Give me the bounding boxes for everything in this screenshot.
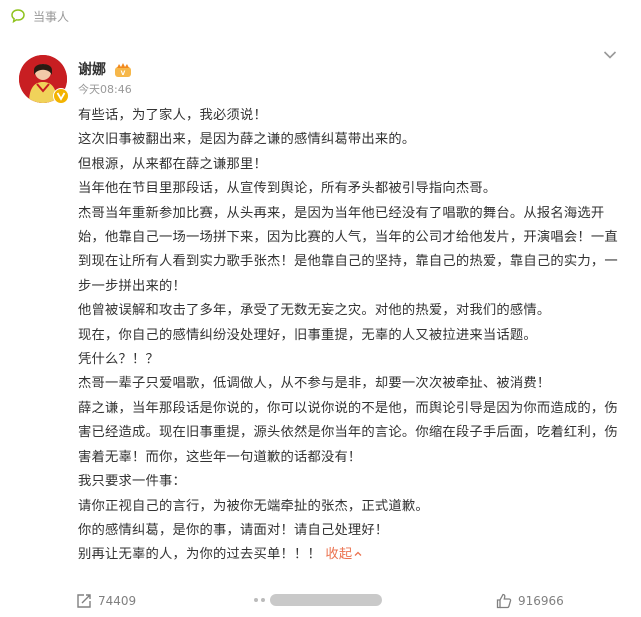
comment-count-placeholder <box>270 594 382 606</box>
post-paragraph: 杰哥一辈子只爱唱歌，低调做人，从不参与是非，却要一次次被牵扯、被消费！ <box>78 376 551 392</box>
topic-bar: 当事人 <box>0 0 641 34</box>
repost-count: 74409 <box>98 594 137 608</box>
topic-label[interactable]: 当事人 <box>33 9 69 25</box>
post-paragraph: 当年他在节目里那段话，从宣传到舆论，所有矛头都被引导指向杰哥。 <box>78 181 497 197</box>
comment-button[interactable] <box>254 594 382 606</box>
verified-badge-icon <box>53 88 69 104</box>
post-content: 有些话，为了家人，我必须说！ 这次旧事被翻出来，是因为薛之谦的感情纠葛带出来的。… <box>78 104 618 568</box>
post-paragraph: 别再让无辜的人，为你的过去买单！！！ <box>78 547 321 563</box>
post-time[interactable]: 今天08:46 <box>78 83 132 97</box>
dot-divider <box>254 598 258 602</box>
post-paragraph: 现在，你自己的感情纠纷没处理好，旧事重提，无辜的人又被拉进来当话题。 <box>78 327 537 343</box>
action-bar: 74409 916966 <box>0 586 641 616</box>
chat-bubble-icon <box>11 9 25 23</box>
post-paragraph: 杰哥当年重新参加比赛，从头再来，是因为当年他已经没有了唱歌的舞台。从报名海选开始… <box>78 205 618 294</box>
chevron-down-icon[interactable] <box>603 50 617 60</box>
chevron-up-icon <box>354 551 362 557</box>
dot-divider <box>261 598 265 602</box>
author-name[interactable]: 谢娜 <box>78 61 106 79</box>
post-paragraph: 请你正视自己的言行，为被你无端牵扯的张杰，正式道歉。 <box>78 498 429 514</box>
collapse-button[interactable]: 收起 <box>325 547 362 562</box>
post-paragraph: 他曾被误解和攻击了多年，承受了无数无妄之灾。对他的热爱，对我们的感情。 <box>78 303 551 319</box>
post-paragraph: 我只要求一件事： <box>78 474 186 490</box>
collapse-label: 收起 <box>325 547 353 563</box>
post-paragraph: 你的感情纠葛，是你的事，请面对！请自己处理好！ <box>78 522 389 538</box>
svg-text:V: V <box>121 70 126 77</box>
post-paragraph: 薛之谦，当年那段话是你说的，你可以说你说的不是他，而舆论引导是因为你而造成的，伤… <box>78 400 618 465</box>
repost-icon <box>77 594 91 608</box>
thumbs-up-icon <box>496 593 512 609</box>
repost-button[interactable]: 74409 <box>76 586 136 616</box>
post-last-line: 别再让无辜的人，为你的过去买单！！！ 收起 <box>78 543 618 567</box>
post-paragraph: 有些话，为了家人，我必须说！ <box>78 108 267 123</box>
post-paragraph: 凭什么？！？ <box>78 352 159 368</box>
post-paragraph: 但根源，从来都在薛之谦那里！ <box>78 156 267 172</box>
vip-crown-icon[interactable]: V <box>114 62 132 78</box>
like-count: 916966 <box>518 594 564 608</box>
post-paragraph: 这次旧事被翻出来，是因为薛之谦的感情纠葛带出来的。 <box>78 132 416 148</box>
like-button[interactable]: 916966 <box>496 586 564 616</box>
